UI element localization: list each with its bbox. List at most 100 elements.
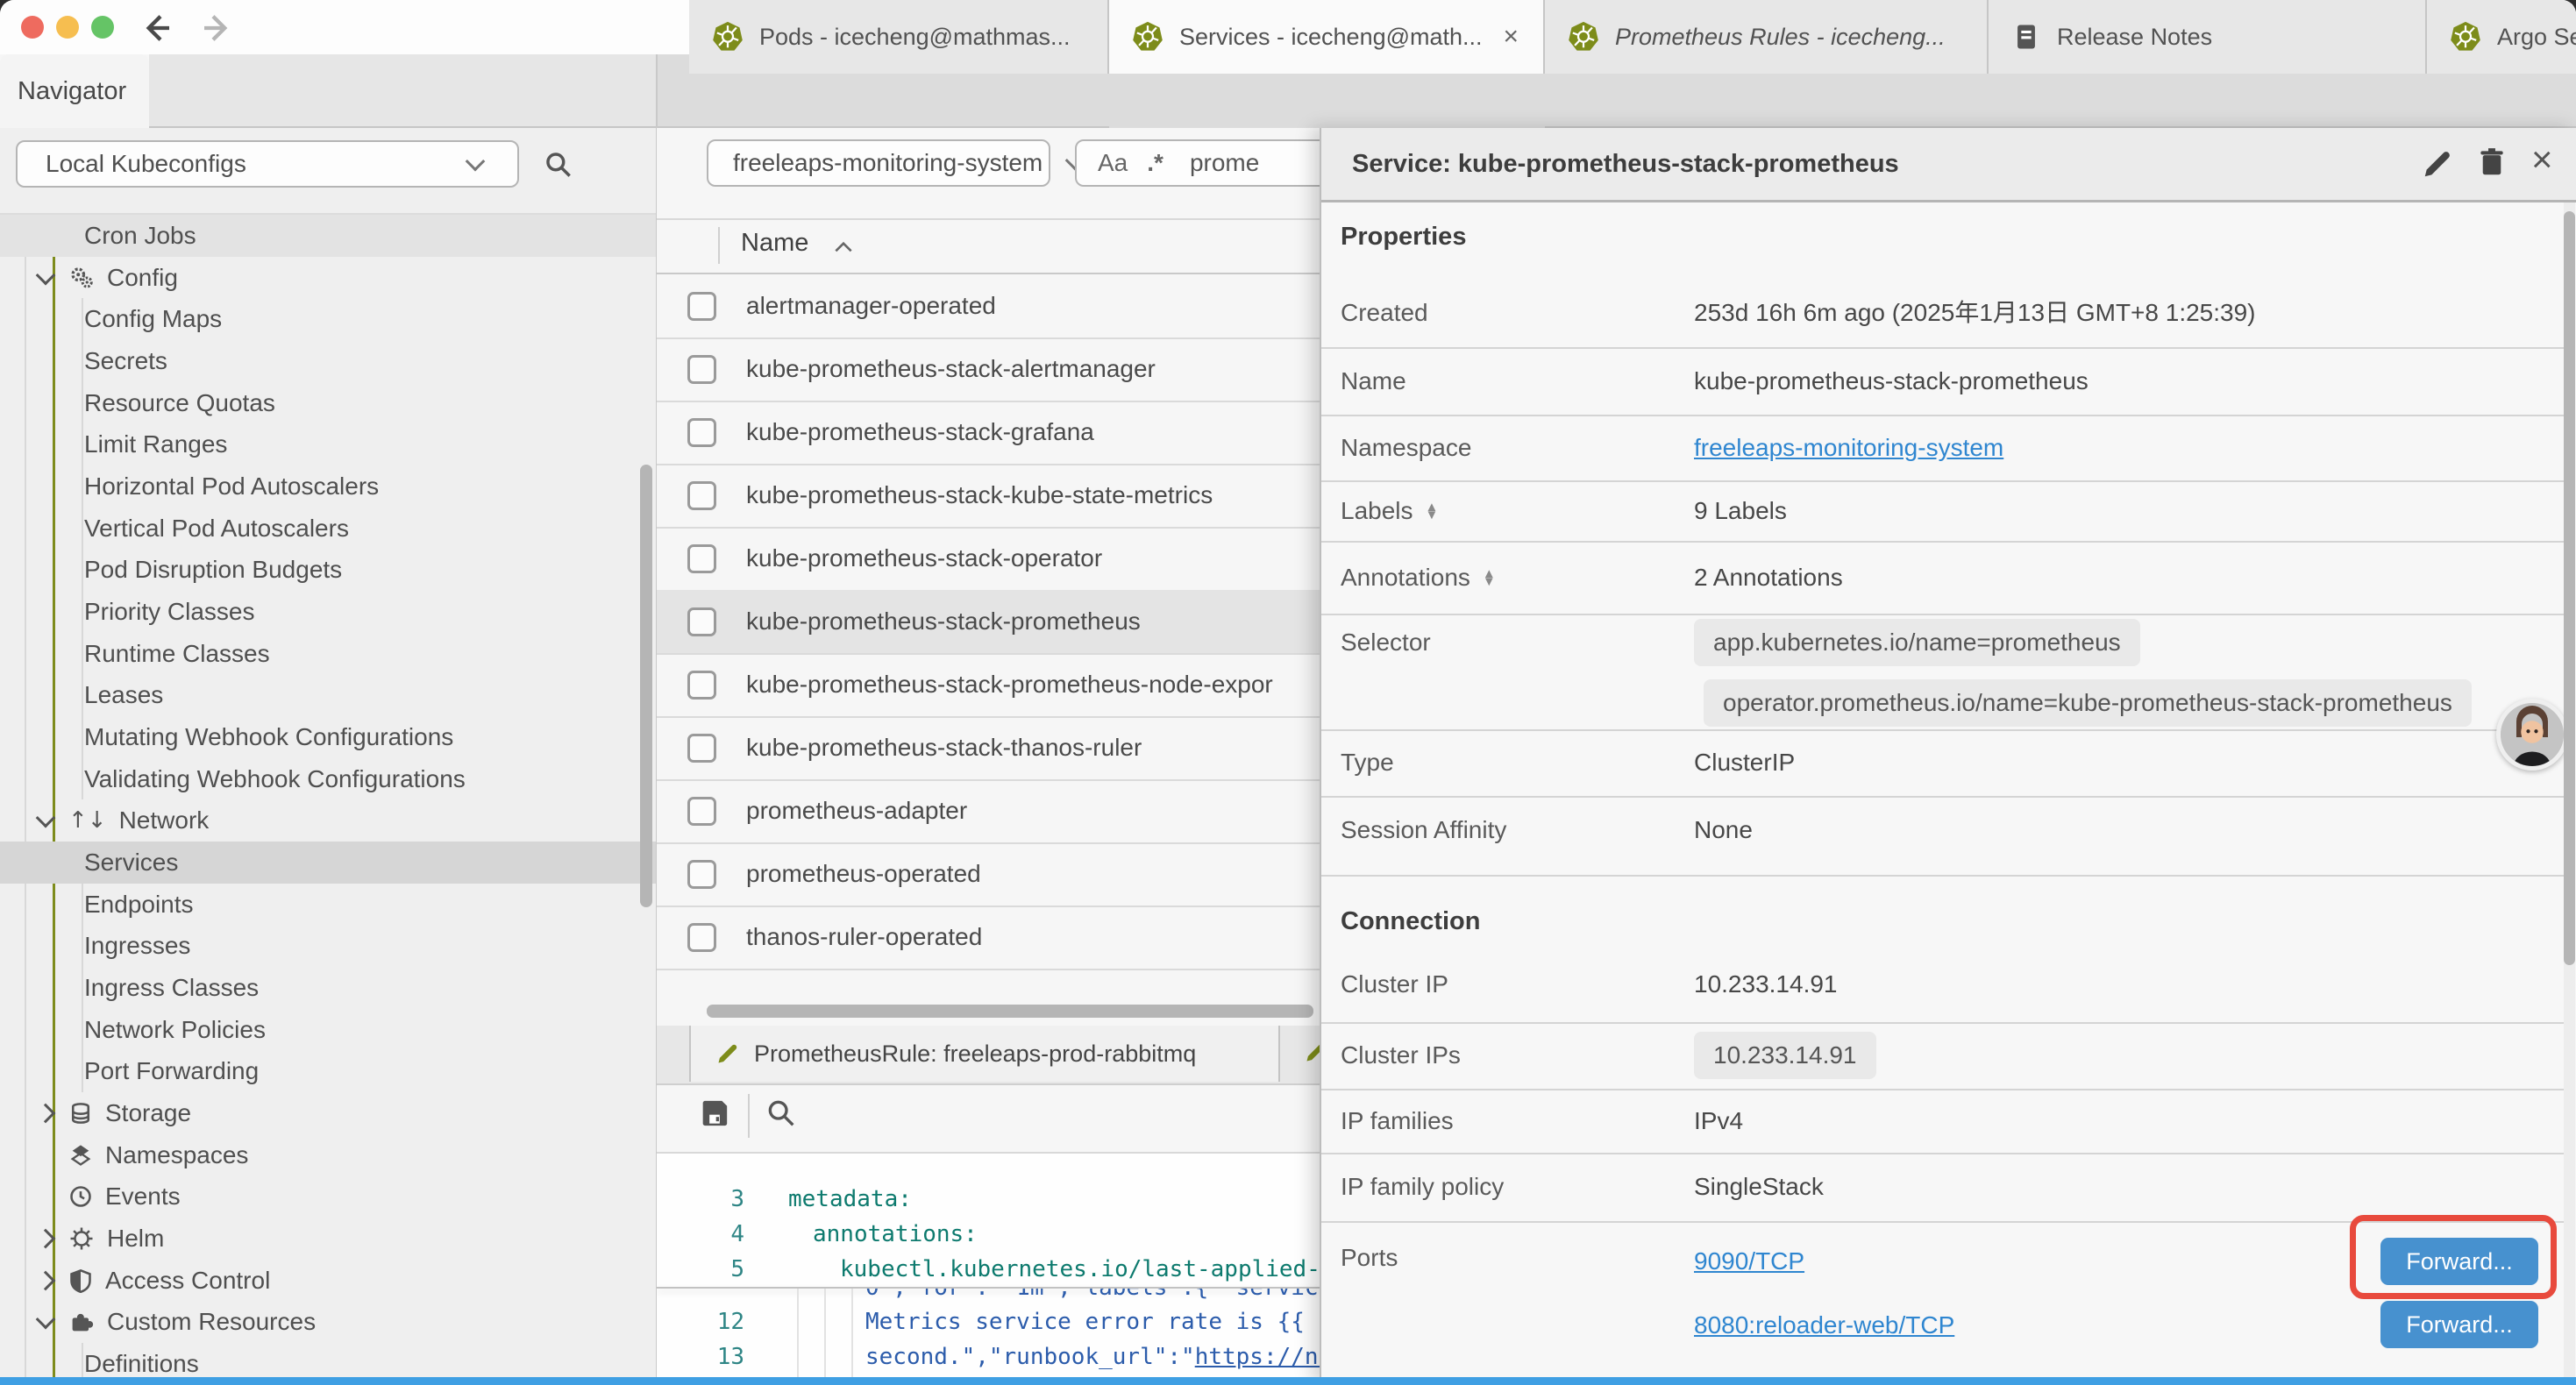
field-label: IP families xyxy=(1341,1104,1454,1139)
sort-ascending-icon[interactable] xyxy=(832,238,855,257)
regex-icon[interactable]: .* xyxy=(1147,149,1163,177)
sidebar-item-pod-disruption-budgets[interactable]: Pod Disruption Budgets xyxy=(0,549,657,591)
sidebar-item-services[interactable]: Services xyxy=(0,842,657,884)
expand-collapse-icon[interactable]: ▲▼ xyxy=(1483,570,1496,586)
table-row[interactable]: thanos-ruler-operated xyxy=(657,906,1320,970)
table-row[interactable]: kube-prometheus-stack-operator xyxy=(657,527,1320,592)
minimize-traffic-light[interactable] xyxy=(56,16,79,39)
field-label: Selector xyxy=(1341,625,1431,660)
sidebar-item-vertical-pod-autoscalers[interactable]: Vertical Pod Autoscalers xyxy=(0,508,657,550)
table-row[interactable]: prometheus-adapter xyxy=(657,779,1320,844)
sidebar-item-runtime-classes[interactable]: Runtime Classes xyxy=(0,633,657,675)
sidebar-item-config[interactable]: Config xyxy=(0,257,657,299)
forward-button-8080[interactable]: Forward... xyxy=(2380,1301,2538,1348)
row-checkbox[interactable] xyxy=(687,607,716,636)
tab-argo[interactable]: Argo Se xyxy=(2427,0,2576,74)
row-checkbox[interactable] xyxy=(687,860,716,889)
table-row[interactable]: kube-prometheus-stack-prometheus-node-ex… xyxy=(657,653,1320,718)
sidebar-item-secrets[interactable]: Secrets xyxy=(0,340,657,382)
maximize-traffic-light[interactable] xyxy=(91,16,114,39)
sidebar-item-mutating-webhook-configurations[interactable]: Mutating Webhook Configurations xyxy=(0,716,657,758)
namespace-link[interactable]: freeleaps-monitoring-system xyxy=(1694,430,2003,465)
table-row[interactable]: kube-prometheus-stack-alertmanager xyxy=(657,337,1320,402)
sidebar-item-leases[interactable]: Leases xyxy=(0,674,657,716)
row-checkbox[interactable] xyxy=(687,734,716,763)
divider xyxy=(1321,614,2566,615)
sidebar-item-helm[interactable]: Helm xyxy=(0,1218,657,1260)
editor-search-icon[interactable] xyxy=(764,1096,799,1131)
sidebar-item-port-forwarding[interactable]: Port Forwarding xyxy=(0,1050,657,1092)
table-header[interactable]: Name xyxy=(657,218,1320,273)
sidebar-item-limit-ranges[interactable]: Limit Ranges xyxy=(0,423,657,465)
sidebar-item-validating-webhook-configurations[interactable]: Validating Webhook Configurations xyxy=(0,758,657,800)
sidebar-item-cron-jobs[interactable]: Cron Jobs xyxy=(0,215,657,257)
tab-navigator[interactable]: Navigator xyxy=(0,54,149,128)
row-checkbox[interactable] xyxy=(687,671,716,700)
row-checkbox[interactable] xyxy=(687,544,716,573)
sidebar-item-network-policies[interactable]: Network Policies xyxy=(0,1009,657,1051)
tab-services[interactable]: Services - icecheng@math... × xyxy=(1109,0,1545,74)
sidebar-item-ingresses[interactable]: Ingresses xyxy=(0,925,657,967)
type-value: ClusterIP xyxy=(1694,745,1795,780)
column-header-name[interactable]: Name xyxy=(741,229,808,258)
sidebar-item-events[interactable]: Events xyxy=(0,1175,657,1218)
row-checkbox[interactable] xyxy=(687,481,716,510)
selector-badge: app.kubernetes.io/name=prometheus xyxy=(1694,619,2140,666)
close-panel-icon[interactable]: × xyxy=(2531,138,2553,181)
table-row-selected[interactable]: kube-prometheus-stack-prometheus xyxy=(657,590,1320,655)
back-arrow-icon[interactable] xyxy=(139,11,174,46)
horizontal-scrollbar[interactable] xyxy=(707,1005,1313,1018)
chevron-right-icon xyxy=(36,1104,56,1124)
sidebar-item-namespaces[interactable]: Namespaces xyxy=(0,1134,657,1176)
edit-pencil-icon[interactable] xyxy=(2421,147,2454,181)
labels-count[interactable]: 9 Labels xyxy=(1694,494,1787,529)
row-checkbox[interactable] xyxy=(687,797,716,826)
table-row[interactable]: kube-prometheus-stack-grafana xyxy=(657,401,1320,465)
divider xyxy=(1321,541,2566,543)
close-traffic-light[interactable] xyxy=(21,16,44,39)
sidebar-item-resource-quotas[interactable]: Resource Quotas xyxy=(0,382,657,424)
cluster-ips-badge: 10.233.14.91 xyxy=(1694,1032,1876,1079)
filter-input[interactable]: Aa .* prome xyxy=(1075,139,1320,187)
close-tab-icon[interactable]: × xyxy=(1503,22,1519,52)
row-checkbox[interactable] xyxy=(687,418,716,447)
port-link-8080[interactable]: 8080:reloader-web/TCP xyxy=(1694,1308,1954,1343)
editor-tab[interactable]: PrometheusRule: freeleaps-prod-rabbitmq xyxy=(689,1026,1280,1082)
sidebar-item-endpoints[interactable]: Endpoints xyxy=(0,884,657,926)
scrollbar-thumb[interactable] xyxy=(2564,211,2575,965)
kubeconfig-select[interactable]: Local Kubeconfigs xyxy=(16,140,519,188)
tab-pods[interactable]: Pods - icecheng@mathmas... xyxy=(689,0,1109,74)
search-icon[interactable] xyxy=(542,148,575,181)
match-case-icon[interactable]: Aa xyxy=(1098,149,1128,177)
namespace-select[interactable]: freeleaps-monitoring-system xyxy=(707,139,1050,187)
table-row[interactable]: alertmanager-operated xyxy=(657,274,1320,339)
sidebar-item-custom-resources[interactable]: Custom Resources xyxy=(0,1301,657,1343)
tab-release-notes[interactable]: Release Notes xyxy=(1989,0,2427,74)
save-icon[interactable] xyxy=(697,1096,732,1131)
sidebar-item-storage[interactable]: Storage xyxy=(0,1092,657,1134)
row-checkbox[interactable] xyxy=(687,355,716,384)
runbook-url-link[interactable]: https://net xyxy=(1195,1344,1320,1370)
expand-collapse-icon[interactable]: ▲▼ xyxy=(1426,503,1439,519)
sidebar-item-ingress-classes[interactable]: Ingress Classes xyxy=(0,967,657,1009)
port-link-9090[interactable]: 9090/TCP xyxy=(1694,1244,1804,1279)
sidebar-item-access-control[interactable]: Access Control xyxy=(0,1260,657,1302)
table-row[interactable]: kube-prometheus-stack-kube-state-metrics xyxy=(657,464,1320,529)
row-checkbox[interactable] xyxy=(687,923,716,952)
row-checkbox[interactable] xyxy=(687,292,716,321)
avatar[interactable] xyxy=(2496,699,2568,771)
yaml-editor[interactable]: 3 metadata: 4 annotations: 5 kubectl.kub… xyxy=(657,1154,1320,1385)
annotations-count[interactable]: 2 Annotations xyxy=(1694,560,1843,595)
forward-arrow-icon[interactable] xyxy=(200,11,235,46)
table-row[interactable]: prometheus-operated xyxy=(657,842,1320,907)
sidebar-scrollbar-thumb[interactable] xyxy=(640,465,652,907)
table-row[interactable]: kube-prometheus-stack-thanos-ruler xyxy=(657,716,1320,781)
code-line: Metrics service error rate is {{ $va xyxy=(865,1304,1320,1339)
delete-trash-icon[interactable] xyxy=(2475,146,2508,179)
detail-title: Service: kube-prometheus-stack-prometheu… xyxy=(1352,150,1899,179)
sidebar-item-config-maps[interactable]: Config Maps xyxy=(0,298,657,340)
sidebar-item-network[interactable]: ↑↓Network xyxy=(0,799,657,842)
sidebar-item-priority-classes[interactable]: Priority Classes xyxy=(0,591,657,633)
sidebar-item-horizontal-pod-autoscalers[interactable]: Horizontal Pod Autoscalers xyxy=(0,465,657,508)
tab-prometheus-rules[interactable]: Prometheus Rules - icecheng... xyxy=(1545,0,1989,74)
